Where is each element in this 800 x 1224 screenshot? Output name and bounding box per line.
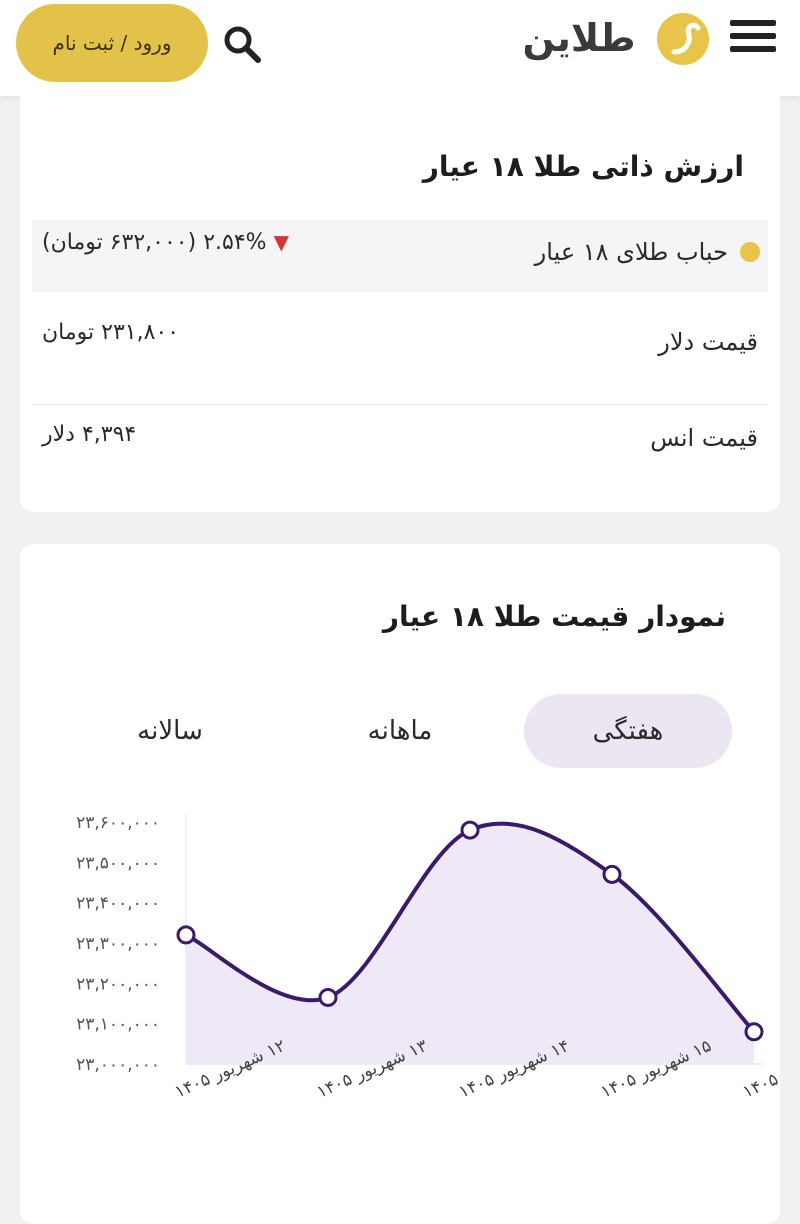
intrinsic-value-title: ارزش ذاتی طلا ۱۸ عیار: [422, 150, 744, 183]
top-header: ورود / ثبت نام طلاین: [0, 0, 800, 96]
search-icon[interactable]: [218, 20, 266, 68]
y-tick-label: ۲۳,۰۰۰,۰۰۰: [76, 1055, 160, 1075]
price-data-point[interactable]: [744, 1022, 764, 1042]
ounce-price-label: قیمت انس: [650, 424, 758, 452]
login-register-button[interactable]: ورود / ثبت نام: [16, 4, 208, 82]
y-tick-label: ۲۳,۳۰۰,۰۰۰: [76, 934, 160, 954]
price-area-fill: [186, 823, 754, 1064]
price-line-chart[interactable]: ۲۳,۰۰۰,۰۰۰ ۲۳,۱۰۰,۰۰۰ ۲۳,۲۰۰,۰۰۰ ۲۳,۳۰۰,۰۰۰…: [20, 544, 780, 1204]
dollar-price-value: ۲۳۱,۸۰۰ تومان: [42, 320, 180, 345]
brand-logo[interactable]: طلاین: [508, 10, 710, 66]
y-tick-label: ۲۳,۵۰۰,۰۰۰: [76, 853, 160, 873]
ounce-price-row: قیمت انس ۴,۳۹۴ دلار: [32, 406, 768, 496]
intrinsic-value-card: ارزش ذاتی طلا ۱۸ عیار حباب طلای ۱۸ عیار …: [20, 96, 780, 512]
bubble-label: حباب طلای ۱۸ عیار: [534, 238, 728, 266]
dollar-price-row: قیمت دلار ۲۳۱,۸۰۰ تومان: [32, 292, 768, 405]
logo-text: طلاین: [522, 16, 636, 60]
menu-icon[interactable]: [728, 16, 778, 56]
y-tick-label: ۲۳,۱۰۰,۰۰۰: [76, 1015, 160, 1035]
bubble-dot-icon: [740, 242, 760, 262]
price-data-point[interactable]: [602, 864, 622, 884]
y-tick-label: ۲۳,۶۰۰,۰۰۰: [76, 813, 160, 833]
bubble-change-text: ۲.۵۴% (۶۳۲,۰۰۰ تومان): [42, 230, 267, 255]
price-data-point[interactable]: [318, 987, 338, 1007]
bubble-row: حباب طلای ۱۸ عیار ▼ ۲.۵۴% (۶۳۲,۰۰۰ تومان…: [32, 220, 768, 292]
login-register-label: ورود / ثبت نام: [52, 31, 172, 55]
price-chart-card: نمودار قیمت طلا ۱۸ عیار هفتگی ماهانه سال…: [20, 544, 780, 1224]
ounce-price-value: ۴,۳۹۴ دلار: [42, 422, 137, 447]
down-arrow-icon: ▼: [273, 230, 289, 254]
price-data-point[interactable]: [460, 820, 480, 840]
y-tick-label: ۲۳,۴۰۰,۰۰۰: [76, 894, 160, 914]
bubble-change: ▼ ۲.۵۴% (۶۳۲,۰۰۰ تومان): [42, 230, 289, 255]
dollar-price-label: قیمت دلار: [658, 328, 758, 356]
price-data-point[interactable]: [176, 925, 196, 945]
y-tick-label: ۲۳,۲۰۰,۰۰۰: [76, 974, 160, 994]
logo-mark-icon: [657, 13, 709, 65]
